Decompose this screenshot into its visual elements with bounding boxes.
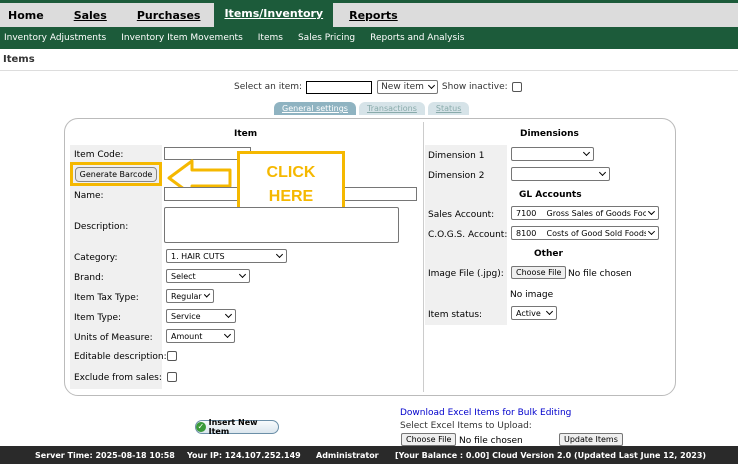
brand-select[interactable]: Select (166, 269, 250, 283)
item-section-header: Item (234, 129, 258, 139)
chevron-down-icon (648, 208, 656, 215)
chevron-down-icon (582, 148, 591, 157)
tab-purchases[interactable]: Purchases (129, 3, 209, 27)
item-tax-type-select[interactable]: Regular (166, 289, 214, 303)
user-ip: Your IP: 124.107.252.149 (187, 450, 301, 460)
excel-no-file-text: No file chosen (459, 436, 523, 446)
dimension-2-label: Dimension 2 (428, 171, 485, 181)
item-status-select[interactable]: Active (511, 306, 557, 320)
server-time: Server Time: 2025-08-18 10:58 (35, 450, 175, 460)
cogs-account-select[interactable]: 8100 Costs of Good Sold Foods (511, 226, 659, 240)
item-type-label: Item Type: (74, 313, 122, 323)
item-code-label: Item Code: (74, 150, 124, 160)
sales-account-select[interactable]: 7100 Gross Sales of Goods Foods (511, 206, 659, 220)
dimensions-section-header: Dimensions (520, 129, 579, 139)
tab-home[interactable]: Home (0, 3, 52, 27)
sales-account-label: Sales Account: (428, 210, 495, 220)
other-section-header: Other (534, 249, 563, 259)
editable-description-checkbox[interactable] (167, 351, 177, 361)
name-input-left[interactable] (164, 187, 237, 201)
item-type-select[interactable]: Service (166, 309, 236, 323)
dimension-1-label: Dimension 1 (428, 151, 485, 161)
brand-label: Brand: (74, 273, 104, 283)
image-choose-file-button[interactable]: Choose File (511, 266, 567, 279)
image-file-label: Image File (.jpg): (428, 269, 504, 279)
balance-version: [Your Balance : 0.00] Cloud Version 2.0 … (395, 450, 707, 460)
description-textarea[interactable] (164, 207, 399, 243)
top-nav: Home Sales Purchases Items/Inventory Rep… (0, 0, 738, 27)
status-footer: Server Time: 2025-08-18 10:58 Your IP: 1… (0, 446, 738, 464)
show-inactive-checkbox[interactable] (511, 82, 522, 92)
units-of-measure-label: Units of Measure: (74, 333, 153, 343)
tab-sales[interactable]: Sales (66, 3, 115, 27)
callout-line-1: CLICK (266, 164, 316, 181)
chevron-down-icon (427, 81, 435, 90)
units-of-measure-select[interactable]: Amount (166, 329, 235, 343)
tab-general-settings[interactable]: General settings (274, 102, 356, 115)
chevron-down-icon (275, 250, 284, 259)
no-image-text: No image (510, 290, 554, 300)
show-inactive-label: Show inactive: (441, 82, 508, 92)
generate-barcode-button[interactable]: Generate Barcode (75, 167, 157, 182)
dimension-2-select[interactable] (511, 167, 610, 181)
editable-description-label: Editable description: (74, 352, 167, 362)
chevron-down-icon (224, 310, 233, 319)
item-status-label: Item status: (428, 310, 483, 320)
category-value: 1. HAIR CUTS (171, 251, 225, 261)
exclude-from-sales-checkbox[interactable] (167, 372, 177, 382)
checkmark-icon: ✓ (196, 422, 206, 432)
tab-transactions[interactable]: Transactions (358, 102, 425, 115)
brand-value: Select (171, 271, 196, 281)
subnav-inventory-adjustments[interactable]: Inventory Adjustments (4, 33, 106, 43)
subnav-reports-analysis[interactable]: Reports and Analysis (370, 33, 464, 43)
item-type-value: Service (171, 311, 201, 321)
category-select[interactable]: 1. HAIR CUTS (166, 249, 287, 263)
update-items-button[interactable]: Update Items (559, 433, 623, 446)
insert-new-item-label: Insert New Item (208, 418, 258, 436)
select-item-input[interactable] (306, 80, 373, 94)
dimension-1-select[interactable] (511, 147, 594, 161)
name-input[interactable] (345, 187, 417, 201)
download-excel-link[interactable]: Download Excel Items for Bulk Editing (400, 408, 571, 418)
subnav-inventory-item-movements[interactable]: Inventory Item Movements (121, 33, 243, 43)
category-label: Category: (74, 253, 118, 263)
exclude-from-sales-label: Exclude from sales: (74, 373, 162, 383)
new-item-value: New item (381, 82, 424, 92)
new-item-dropdown[interactable]: New item (377, 80, 438, 94)
subnav-sales-pricing[interactable]: Sales Pricing (298, 33, 355, 43)
select-excel-label: Select Excel Items to Upload: (400, 421, 532, 431)
gl-accounts-section-header: GL Accounts (519, 190, 582, 200)
insert-new-item-button[interactable]: ✓ Insert New Item (195, 418, 279, 436)
excel-choose-file-button[interactable]: Choose File (401, 433, 457, 446)
title-divider (0, 70, 738, 71)
cogs-account-value: 8100 Costs of Good Sold Foods (516, 228, 647, 238)
name-label: Name: (74, 191, 104, 201)
description-label: Description: (74, 222, 129, 232)
callout-line-2: HERE (268, 188, 314, 205)
item-selector-row: Select an item: New item Show inactive: (234, 80, 522, 94)
item-status-value: Active (516, 308, 541, 318)
units-of-measure-value: Amount (171, 331, 203, 341)
cogs-account-label: C.O.G.S. Account: (428, 230, 508, 240)
chevron-down-icon (238, 270, 247, 279)
sub-nav: Inventory Adjustments Inventory Item Mov… (0, 27, 738, 49)
user-role: Administrator (316, 450, 379, 460)
column-divider (423, 122, 424, 392)
sales-account-value: 7100 Gross Sales of Goods Foods (516, 208, 647, 218)
tab-status[interactable]: Status (427, 102, 470, 115)
chevron-down-icon (598, 168, 607, 177)
image-no-file-text: No file chosen (568, 269, 632, 279)
tab-items-inventory[interactable]: Items/Inventory (214, 0, 334, 27)
tab-reports[interactable]: Reports (341, 3, 406, 27)
select-item-label: Select an item: (234, 82, 303, 92)
subnav-items[interactable]: Items (258, 33, 283, 43)
page-title: Items (3, 54, 35, 65)
chevron-down-icon (648, 227, 656, 236)
item-tabs: General settings Transactions Status (274, 102, 472, 115)
chevron-down-icon (545, 307, 554, 316)
chevron-down-icon (203, 291, 211, 298)
item-tax-type-value: Regular (171, 291, 202, 301)
chevron-down-icon (223, 330, 232, 339)
item-tax-type-label: Item Tax Type: (74, 293, 139, 303)
